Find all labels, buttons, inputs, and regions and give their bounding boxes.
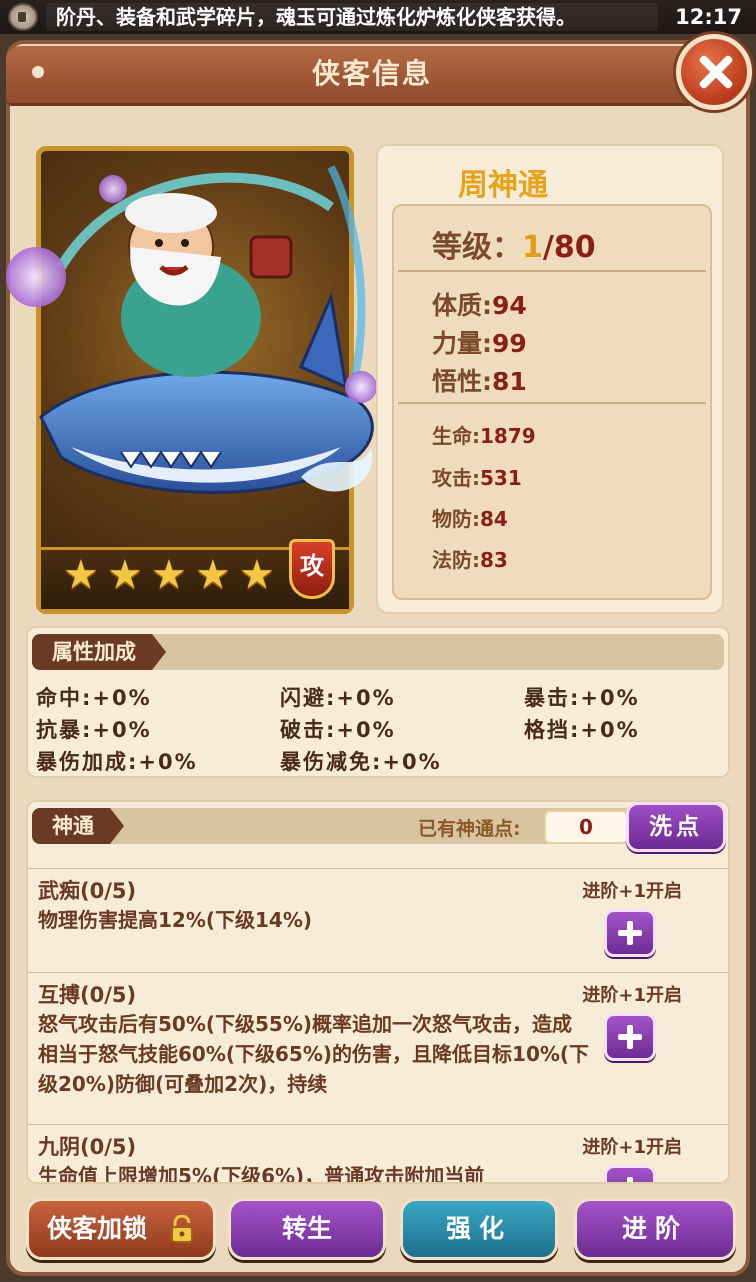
skill-list[interactable]: 武痴(0/5) 进阶+1开启 物理伤害提高12%(下级14%) 互搏(0/5) … <box>28 860 728 1182</box>
star-icon: ★ <box>239 552 275 598</box>
divider <box>398 270 706 272</box>
clock: 12:17 <box>675 5 742 29</box>
stat-value: 84 <box>480 507 508 531</box>
attr-value: 94 <box>492 291 527 320</box>
stat-box: 等级：1/80 体质:94 力量:99 悟性:81 生命:1879 攻击:531… <box>392 204 712 600</box>
upgrade-skill-button[interactable] <box>604 909 656 957</box>
attr-label: 悟性: <box>432 367 492 396</box>
lock-hero-button[interactable]: 侠客加锁 <box>26 1198 216 1260</box>
upgrade-skill-button[interactable] <box>604 1013 656 1061</box>
divider <box>398 402 706 404</box>
skill-description: 物理伤害提高12%(下级14%) <box>38 908 313 932</box>
skill-name: 九阴(0/5) <box>38 1135 137 1159</box>
bonus-dodge: 闪避:+0% <box>280 686 396 710</box>
announcement-marquee: 阶丹、装备和武学碎片，魂玉可通过炼化炉炼化侠客获得。 <box>46 3 658 31</box>
hero-name: 周神通 <box>458 168 548 203</box>
star-icon: ★ <box>151 552 187 598</box>
reset-points-button[interactable]: 洗点 <box>626 802 726 852</box>
attr-label: 体质: <box>432 291 492 320</box>
attr-label: 力量: <box>432 329 492 358</box>
level-label: 等级： <box>432 230 522 265</box>
panel-title: 侠客信息 <box>311 57 432 90</box>
stat-label: 物防: <box>432 507 480 531</box>
attr-constitution: 体质:94 <box>432 286 527 322</box>
skill-description: 怒气攻击后有50%(下级55%)概率追加一次怒气攻击，造成相当于怒气技能60%(… <box>38 1012 590 1096</box>
stat-value: 531 <box>480 466 522 490</box>
level-row: 等级：1/80 <box>432 222 596 266</box>
bonus-crit-reduction: 暴伤减免:+0% <box>280 750 442 774</box>
level-max: /80 <box>542 230 596 265</box>
bonus-crit: 暴击:+0% <box>524 686 640 710</box>
skill-points-value: 0 <box>544 810 628 844</box>
star-icon: ★ <box>107 552 143 598</box>
status-bar: 阶丹、装备和武学碎片，魂玉可通过炼化炉炼化侠客获得。 12:17 <box>0 0 756 34</box>
attr-value: 99 <box>492 329 527 358</box>
stat-magic-defense: 法防:83 <box>432 544 508 573</box>
bonus-hit: 命中:+0% <box>36 686 152 710</box>
hero-portrait <box>6 165 377 494</box>
stat-hp: 生命:1879 <box>432 420 536 449</box>
skill-unlock-condition: 进阶+1开启 <box>582 881 682 902</box>
section-tag: 神通 <box>32 808 124 844</box>
skill-unlock-condition: 进阶+1开启 <box>582 985 682 1006</box>
skill-name: 互搏(0/5) <box>38 983 137 1007</box>
card-footer: ★ ★ ★ ★ ★ 攻 <box>41 539 349 609</box>
bonus-pierce: 破击:+0% <box>280 718 396 742</box>
bonus-block: 格挡:+0% <box>524 718 640 742</box>
skill-unlock-condition: 进阶+1开启 <box>582 1137 682 1158</box>
advance-button[interactable]: 进阶 <box>574 1198 736 1260</box>
stat-value: 83 <box>480 548 508 572</box>
skills-section: 神通 已有神通点: 0 洗点 武痴(0/5) 进阶+1开启 物理伤害提高12%(… <box>26 800 730 1184</box>
hero-card[interactable]: ★ ★ ★ ★ ★ 攻 <box>6 146 377 614</box>
lock-hero-label: 侠客加锁 <box>47 1214 148 1243</box>
attr-comprehension: 悟性:81 <box>432 362 527 398</box>
skill-name: 武痴(0/5) <box>38 879 137 903</box>
stat-physical-defense: 物防:84 <box>432 503 508 532</box>
bonus-crit-resist: 抗暴:+0% <box>36 718 152 742</box>
skill-description: 生命值上限增加5%(下级6%)，普通攻击附加当前 <box>38 1164 485 1182</box>
stat-label: 攻击: <box>432 466 480 490</box>
close-button[interactable] <box>676 34 752 110</box>
attack-type-badge: 攻 <box>289 539 335 599</box>
stat-label: 法防: <box>432 548 480 572</box>
section-tag: 属性加成 <box>32 634 166 670</box>
level-current: 1 <box>522 230 543 265</box>
skill-points-label: 已有神通点: <box>418 818 521 840</box>
star-icon: ★ <box>63 552 99 598</box>
panel-header: 侠客信息 <box>6 46 738 106</box>
lock-icon <box>171 1215 193 1243</box>
reborn-button[interactable]: 转生 <box>228 1198 386 1260</box>
hero-info-box: 周神通 等级：1/80 体质:94 力量:99 悟性:81 生命:1879 攻击… <box>376 144 724 614</box>
stat-value: 1879 <box>480 424 536 448</box>
star-icon: ★ <box>195 552 231 598</box>
star-rating: ★ ★ ★ ★ ★ <box>63 555 279 595</box>
stat-label: 生命: <box>432 424 480 448</box>
skill-item: 九阴(0/5) 进阶+1开启 生命值上限增加5%(下级6%)，普通攻击附加当前 <box>28 1124 728 1182</box>
bonus-crit-damage: 暴伤加成:+0% <box>36 750 198 774</box>
enhance-button[interactable]: 强化 <box>400 1198 558 1260</box>
attr-strength: 力量:99 <box>432 324 527 360</box>
upgrade-skill-button[interactable] <box>604 1165 656 1182</box>
stat-attack: 攻击:531 <box>432 462 522 491</box>
attr-value: 81 <box>492 367 527 396</box>
skill-item: 互搏(0/5) 进阶+1开启 怒气攻击后有50%(下级55%)概率追加一次怒气攻… <box>28 972 728 1122</box>
attribute-bonus-section: 属性加成 命中:+0% 闪避:+0% 暴击:+0% 抗暴:+0% 破击:+0% … <box>26 626 730 778</box>
speaker-icon[interactable] <box>8 3 38 31</box>
